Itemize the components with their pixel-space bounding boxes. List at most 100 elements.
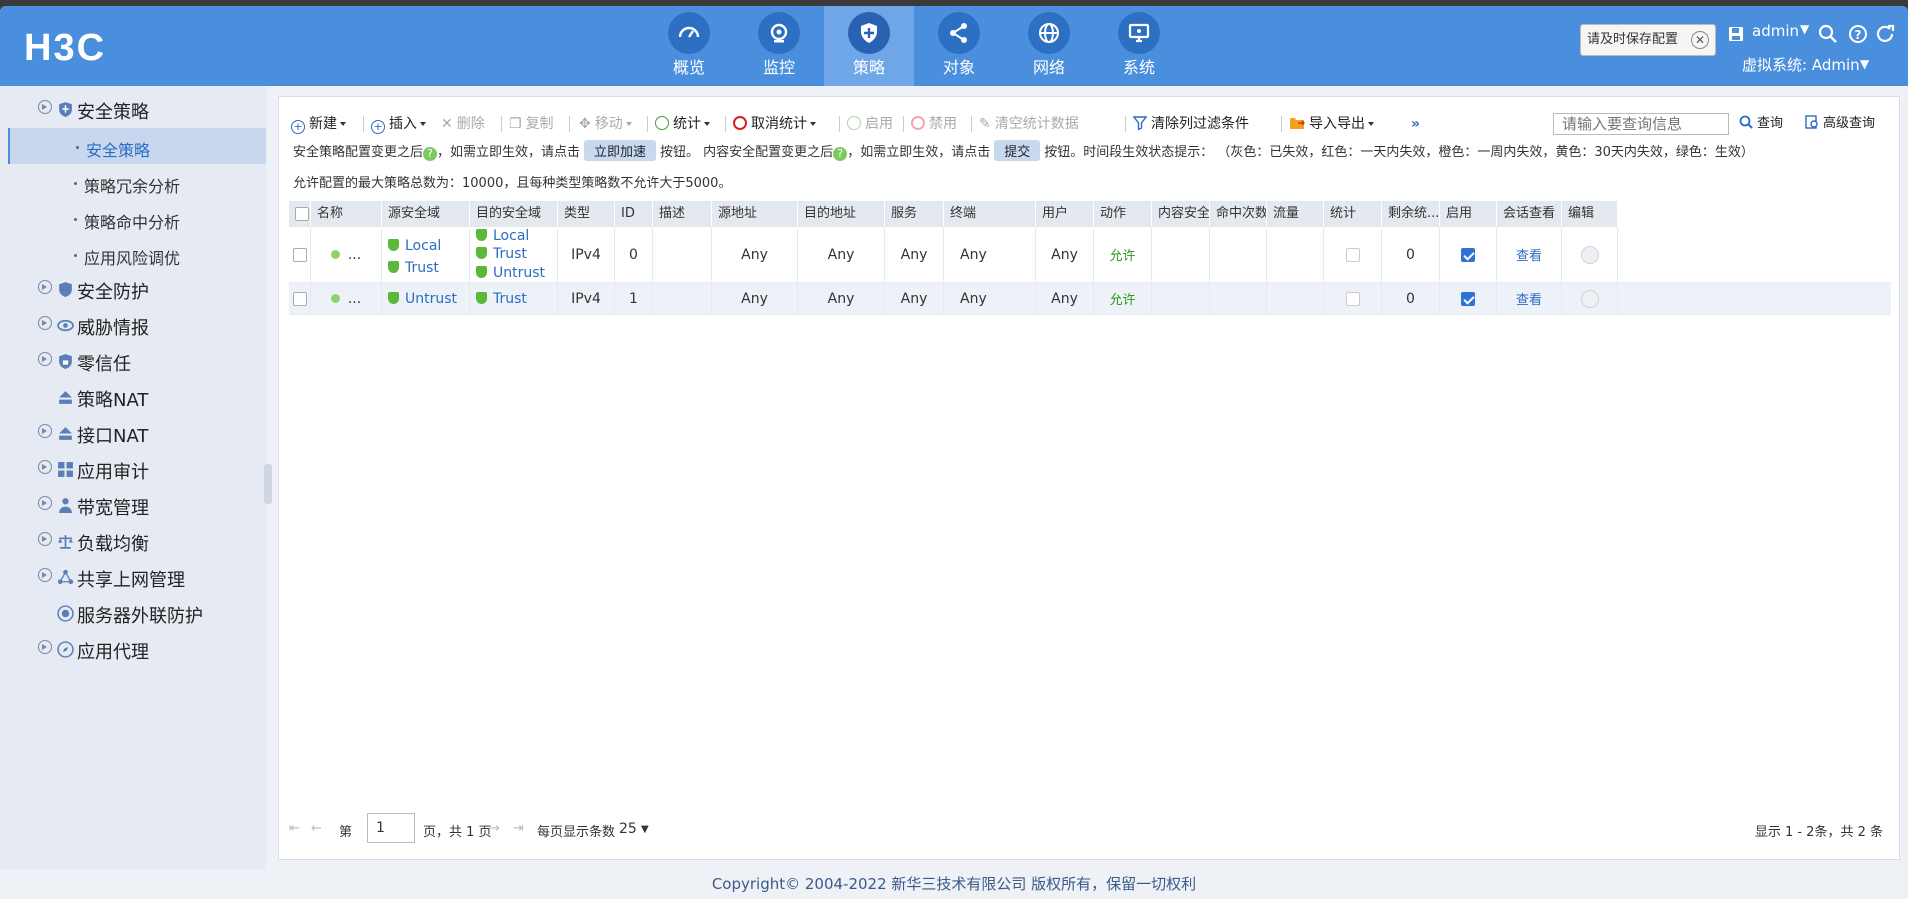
search-icon[interactable] [1818,24,1838,44]
expand-icon[interactable] [38,316,52,330]
sidebar-subitem-app-risk-tuning[interactable]: 应用风险调优 [8,236,266,272]
page-number-input[interactable]: 1 [367,813,415,843]
table-row[interactable]: ... Untrust Trust IPv4 1 Any Any Any Any… [289,283,1891,315]
sidebar-item-server-outbound-protection[interactable]: 服务器外联防护 [0,596,266,632]
chevron-down-icon[interactable]: ▼ [1860,57,1869,71]
sidebar-item-interface-nat[interactable]: 接口NAT [0,416,266,452]
sidebar-item-shared-internet[interactable]: 共享上网管理 [0,560,266,596]
zone-link[interactable]: Local [476,227,557,245]
sidebar-subitem-security-policy[interactable]: 安全策略 [8,128,266,164]
zone-link[interactable]: Trust [476,245,557,264]
enable-button[interactable]: 启用 [847,113,893,135]
column-header[interactable]: 类型 [558,201,615,227]
help-icon[interactable]: ? [833,147,848,161]
virtual-system-label[interactable]: 虚拟系统: Admin [1742,54,1860,75]
sidebar-item-security-protection[interactable]: 安全防护 [0,272,266,308]
sidebar-subitem-hit-analysis[interactable]: 策略命中分析 [8,200,266,236]
column-header[interactable]: 终端 [944,201,1036,227]
expand-icon[interactable] [38,568,52,582]
column-header[interactable]: 源地址 [712,201,798,227]
column-header[interactable]: 流量 [1267,201,1324,227]
new-button[interactable]: + 新建 [291,113,346,135]
copy-button[interactable]: ❐ 复制 [509,113,554,135]
nav-tab-system[interactable]: 系统 [1094,6,1184,86]
column-header[interactable]: 动作 [1094,201,1152,227]
column-header[interactable]: 剩余统... [1382,201,1440,227]
expand-icon[interactable] [38,640,52,654]
sidebar-item-threat-intel[interactable]: 威胁情报 [0,308,266,344]
column-header[interactable]: ID [615,201,653,227]
move-button[interactable]: ✥ 移动 [579,113,632,135]
per-page-select[interactable]: 25 [619,821,637,837]
last-page-icon[interactable]: ⇥ [513,821,524,836]
next-page-icon[interactable]: → [489,821,500,836]
select-all-checkbox[interactable] [295,207,309,221]
clear-filter-button[interactable]: 清除列过滤条件 [1132,113,1249,135]
column-header[interactable]: 会话查看 [1497,201,1562,227]
chevron-down-icon[interactable]: ▼ [1800,22,1809,36]
column-header[interactable]: 启用 [1440,201,1497,227]
expand-icon[interactable] [38,460,52,474]
column-header[interactable]: 名称 [311,201,382,227]
nav-tab-monitor[interactable]: 监控 [734,6,824,86]
edit-icon[interactable] [1580,245,1599,264]
zone-link[interactable]: Trust [388,257,469,279]
zone-link[interactable]: Untrust [476,264,557,283]
table-row[interactable]: ... Local Trust Local Trust Untrust IPv4 0 … [289,227,1891,283]
zone-link[interactable]: Trust [476,288,527,310]
logout-icon[interactable] [1876,24,1896,44]
column-header[interactable]: 目的地址 [798,201,885,227]
expand-icon[interactable] [38,100,52,114]
session-view-link[interactable]: 查看 [1497,227,1562,282]
sidebar-item-app-proxy[interactable]: 应用代理 [0,632,266,668]
zone-link[interactable]: Local [388,235,469,257]
row-checkbox[interactable] [292,291,307,306]
column-header[interactable]: 统计 [1324,201,1382,227]
save-icon[interactable] [1728,26,1744,42]
sidebar-item-bandwidth[interactable]: 带宽管理 [0,488,266,524]
column-header[interactable]: 服务 [885,201,944,227]
stats-checkbox[interactable] [1345,247,1360,262]
column-header[interactable]: 描述 [653,201,712,227]
query-button[interactable]: 查询 [1739,113,1783,135]
column-header[interactable]: 源安全域 [382,201,470,227]
cancel-stats-button[interactable]: 取消统计 [733,113,816,135]
accelerate-button[interactable]: 立即加速 [584,140,657,161]
prev-page-icon[interactable]: ← [311,821,322,836]
nav-tab-network[interactable]: 网络 [1004,6,1094,86]
more-button[interactable]: » [1411,113,1420,135]
sidebar-item-app-audit[interactable]: 应用审计 [0,452,266,488]
zone-link[interactable]: Untrust [388,288,457,310]
stats-checkbox[interactable] [1345,291,1360,306]
clear-stats-button[interactable]: ✎ 清空统计数据 [979,113,1079,135]
help-icon[interactable]: ? [423,147,438,161]
advanced-query-button[interactable]: 高级查询 [1805,113,1875,135]
sidebar-item-load-balance[interactable]: 负载均衡 [0,524,266,560]
chevron-down-icon[interactable]: ▼ [641,824,649,835]
expand-icon[interactable] [38,280,52,294]
column-header[interactable]: 编辑 [1562,201,1618,227]
row-checkbox[interactable] [292,247,307,262]
disable-button[interactable]: 禁用 [911,113,957,135]
nav-tab-overview[interactable]: 概览 [644,6,734,86]
expand-icon[interactable] [38,532,52,546]
nav-tab-policy[interactable]: 策略 [824,6,914,86]
insert-button[interactable]: + 插入 [371,113,426,135]
column-header[interactable]: 目的安全域 [470,201,558,227]
sidebar-item-policy-nat[interactable]: 策略NAT [0,380,266,416]
column-header[interactable]: 命中次数 [1210,201,1267,227]
first-page-icon[interactable]: ⇤ [289,821,300,836]
column-header[interactable]: 用户 [1036,201,1094,227]
sidebar-item-security-policy[interactable]: 安全策略 [0,92,266,128]
user-menu[interactable]: admin [1752,22,1799,40]
expand-icon[interactable] [38,352,52,366]
session-view-link[interactable]: 查看 [1497,283,1562,314]
stats-button[interactable]: 统计 [655,113,710,135]
sidebar-collapse-handle[interactable] [264,464,272,504]
expand-icon[interactable] [38,424,52,438]
column-header[interactable]: 内容安全 [1152,201,1210,227]
sidebar-subitem-redundancy-analysis[interactable]: 策略冗余分析 [8,164,266,200]
nav-tab-object[interactable]: 对象 [914,6,1004,86]
sidebar-item-zero-trust[interactable]: 零信任 [0,344,266,380]
enabled-checkbox[interactable] [1461,247,1475,262]
